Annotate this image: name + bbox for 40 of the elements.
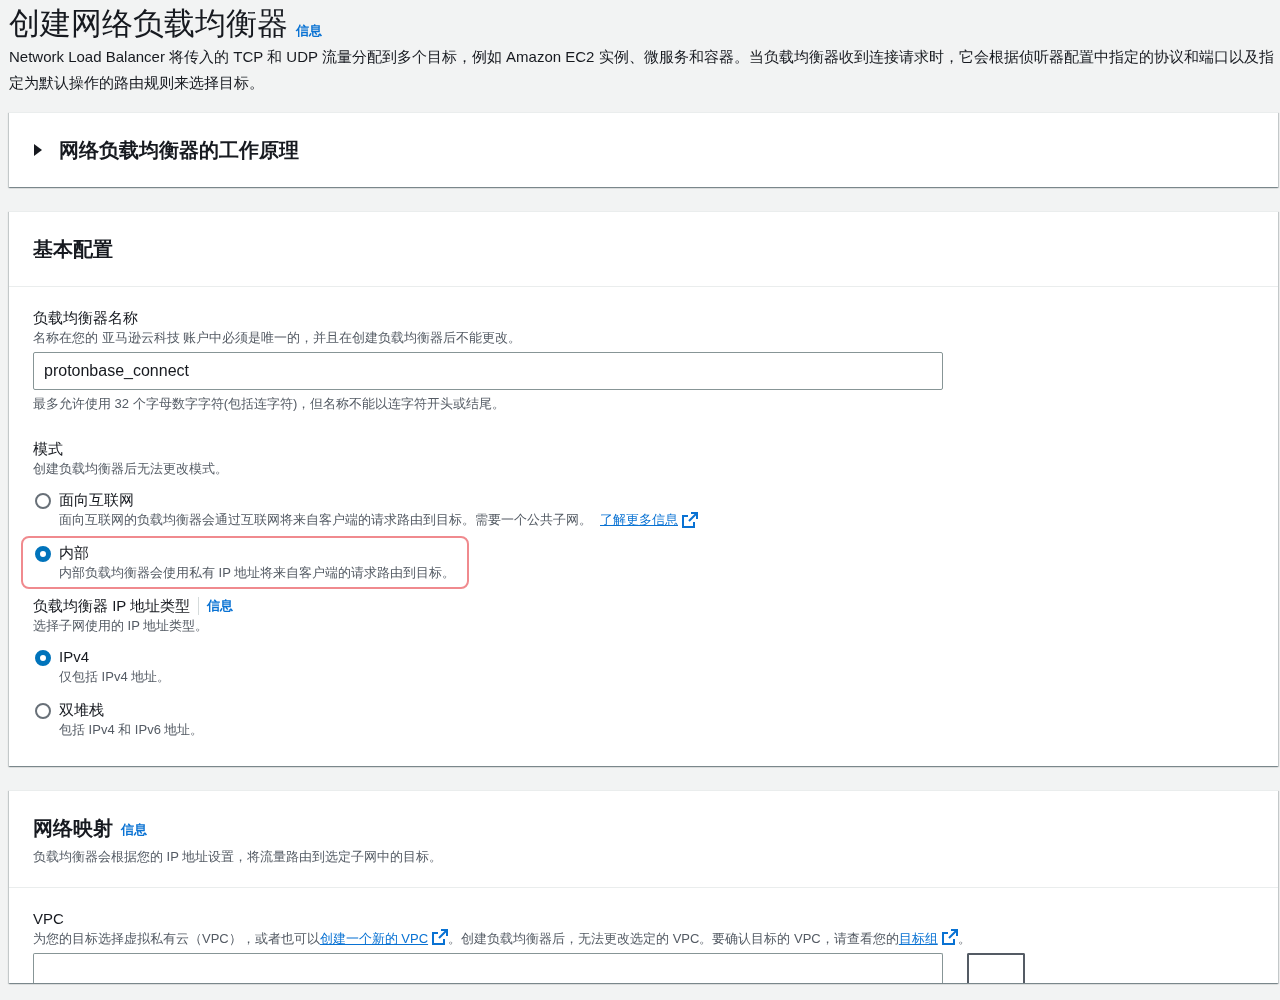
radio-button[interactable] <box>35 493 51 510</box>
option-label[interactable]: 双堆栈 <box>59 699 204 721</box>
field-label: 负载均衡器名称 <box>33 308 139 329</box>
option-description: 内部负载均衡器会使用私有 IP 地址将来自客户端的请求路由到目标。 <box>59 564 456 583</box>
option-description: 仅包括 IPv4 地址。 <box>59 668 171 687</box>
field-description: 创建负载均衡器后无法更改模式。 <box>33 460 229 479</box>
external-link-icon <box>682 512 698 529</box>
caret-icon[interactable] <box>33 144 43 157</box>
refresh-button[interactable] <box>967 953 1025 984</box>
section-title: 网络映射 <box>33 816 113 842</box>
page-description: Network Load Balancer 将传入的 TCP 和 UDP 流量分配到多个目标，例如 Amazon EC2 实例、微服务和容器。当负载均衡器收到连接请求时，它会根据侦听器配置中指定的协议和端口以及指定为默认操作的路由规则来选择目标。 <box>9 47 1275 94</box>
info-link[interactable]: 信息 <box>296 20 322 41</box>
section-description: 负载均衡器会根据您的 IP 地址设置，将流量路由到选定子网中的目标。 <box>33 848 444 867</box>
info-link[interactable]: 信息 <box>121 819 147 840</box>
info-link[interactable]: 信息 <box>207 596 234 616</box>
page-title: 创建网络负载均衡器 <box>9 5 288 43</box>
field-label: VPC <box>33 909 65 930</box>
option-description: 面向互联网的负载均衡器会通过互联网将来自客户端的请求路由到目标。需要一个公共子网。 <box>59 511 592 530</box>
field-description: 选择子网使用的 IP 地址类型。 <box>33 617 210 636</box>
option-label[interactable]: IPv4 <box>59 646 171 668</box>
radio-button[interactable] <box>35 703 51 720</box>
field-constraint: 最多允许使用 32 个字母数字字符(包括连字符)，但名称不能以连字符开头或结尾。 <box>33 395 507 414</box>
option-description: 包括 IPv4 和 IPv6 地址。 <box>59 721 204 740</box>
radio-button[interactable] <box>35 650 51 667</box>
field-description: 名称在您的 亚马逊云科技 账户中必须是唯一的，并且在创建负载均衡器后不能更改。 <box>33 329 523 348</box>
option-label[interactable]: 面向互联网 <box>59 489 698 511</box>
text-link[interactable]: 目标组 <box>898 931 938 947</box>
radio-button[interactable] <box>35 546 51 563</box>
field-description: 为您的目标选择虚拟私有云（VPC），或者也可以创建一个新的 VPC 。创建负载均衡器后，无法更改选定的 VPC。要确认目标的 VPC，请查看您的 目标组 。 <box>33 929 972 949</box>
expander-title[interactable]: 网络负载均衡器的工作原理 <box>59 135 299 166</box>
field-label: 模式 <box>33 439 63 460</box>
learn-more-link[interactable]: 了解更多信息 <box>600 510 678 531</box>
external-link-icon <box>432 929 449 946</box>
field-label: 负载均衡器 IP 地址类型 <box>33 596 191 617</box>
vpc-select-field[interactable] <box>33 953 943 984</box>
text-link[interactable]: 创建一个新的 VPC <box>319 931 429 947</box>
name-input-field[interactable]: protonbase_connect <box>33 352 943 391</box>
option-label[interactable]: 内部 <box>59 542 456 564</box>
section-title: 基本配置 <box>33 237 114 263</box>
external-link-icon <box>941 929 958 946</box>
